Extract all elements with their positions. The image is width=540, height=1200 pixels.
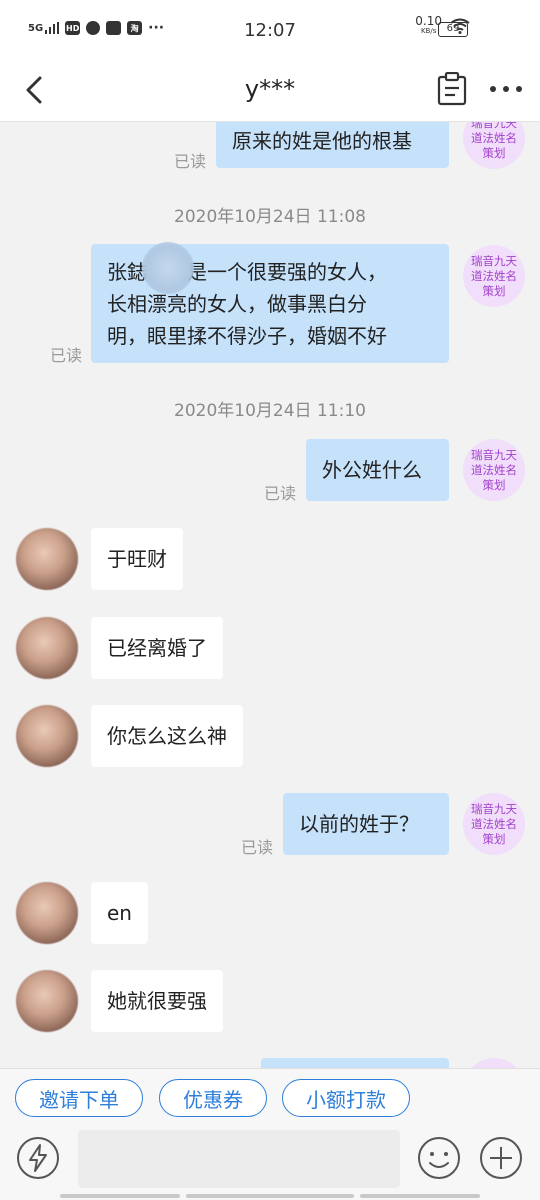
message-bubble-incoming[interactable]: 她就很要强 xyxy=(91,970,223,1032)
message-input[interactable] xyxy=(78,1130,400,1188)
message-text: 外公姓什么 xyxy=(322,458,422,482)
customer-avatar[interactable] xyxy=(16,705,78,767)
navigation-handle xyxy=(360,1194,480,1198)
message-bubble-incoming[interactable]: 你怎么这么神 xyxy=(91,705,243,767)
add-icon[interactable] xyxy=(479,1136,523,1180)
message-text: 于旺财 xyxy=(107,547,167,571)
read-receipt: 已读 xyxy=(264,484,297,503)
chat-header: y*** xyxy=(0,60,540,122)
message-timestamp: 2020年10月24日 11:08 xyxy=(174,207,366,227)
message-text: 以前的姓于？ xyxy=(299,812,419,836)
message-text: 你怎么这么神 xyxy=(107,724,227,748)
order-notes-icon[interactable] xyxy=(437,72,467,106)
input-bar xyxy=(0,1128,540,1200)
message-text-line: 明，眼里揉不得沙子，婚姻不好 xyxy=(107,323,387,348)
agent-avatar[interactable]: 瑞音九天道法姓名策划 xyxy=(463,793,525,855)
message-bubble-outgoing[interactable]: 外公姓什么 xyxy=(306,439,449,501)
message-text-line: 长相漂亮的女人，做事黑白分 xyxy=(107,291,367,316)
message-bubble-incoming[interactable]: 于旺财 xyxy=(91,528,183,590)
coupon-button[interactable]: 优惠券 xyxy=(159,1079,267,1117)
message-bubble-outgoing[interactable]: 原来的姓是他的根基 xyxy=(216,122,449,168)
read-receipt: 已读 xyxy=(241,838,274,857)
message-text: 她就很要强 xyxy=(107,989,207,1013)
agent-avatar[interactable]: 瑞音九天道法姓名策划 xyxy=(463,245,525,307)
read-receipt: 已读 xyxy=(174,152,207,171)
battery-icon: 69 xyxy=(438,22,468,37)
message-bubble-incoming[interactable]: 已经离婚了 xyxy=(91,617,223,679)
read-receipt: 已读 xyxy=(50,346,83,365)
agent-avatar[interactable] xyxy=(463,1058,525,1068)
quick-reply-lightning-icon[interactable] xyxy=(16,1136,60,1180)
customer-avatar[interactable] xyxy=(16,617,78,679)
emoji-icon[interactable] xyxy=(417,1136,461,1180)
message-bubble-outgoing[interactable] xyxy=(261,1058,449,1068)
navigation-handle xyxy=(186,1194,354,1198)
status-bar: 5G HD 淘 ··· 12:07 0.10 KB/s 69 xyxy=(0,0,540,60)
message-timestamp: 2020年10月24日 11:10 xyxy=(174,401,366,421)
message-bubble-outgoing[interactable]: 以前的姓于？ xyxy=(283,793,449,855)
agent-avatar[interactable]: 瑞音九天道法姓名策划 xyxy=(463,122,525,169)
message-text: 原来的姓是他的根基 xyxy=(232,129,412,153)
message-text: 已经离婚了 xyxy=(107,636,207,660)
invite-order-button[interactable]: 邀请下单 xyxy=(15,1079,143,1117)
customer-avatar[interactable] xyxy=(16,528,78,590)
quick-action-bar: 邀请下单 优惠券 小额打款 xyxy=(0,1068,540,1128)
customer-avatar[interactable] xyxy=(16,970,78,1032)
navigation-handle xyxy=(60,1194,180,1198)
agent-avatar[interactable]: 瑞音九天道法姓名策划 xyxy=(463,439,525,501)
message-list[interactable]: 原来的姓是他的根基 已读 瑞音九天道法姓名策划 2020年10月24日 11:0… xyxy=(0,122,540,1068)
customer-avatar[interactable] xyxy=(16,882,78,944)
small-payment-button[interactable]: 小额打款 xyxy=(282,1079,410,1117)
blurred-name-mask xyxy=(142,242,194,294)
message-text: en xyxy=(107,901,132,925)
message-bubble-incoming[interactable]: en xyxy=(91,882,148,944)
more-icon[interactable] xyxy=(486,72,526,106)
